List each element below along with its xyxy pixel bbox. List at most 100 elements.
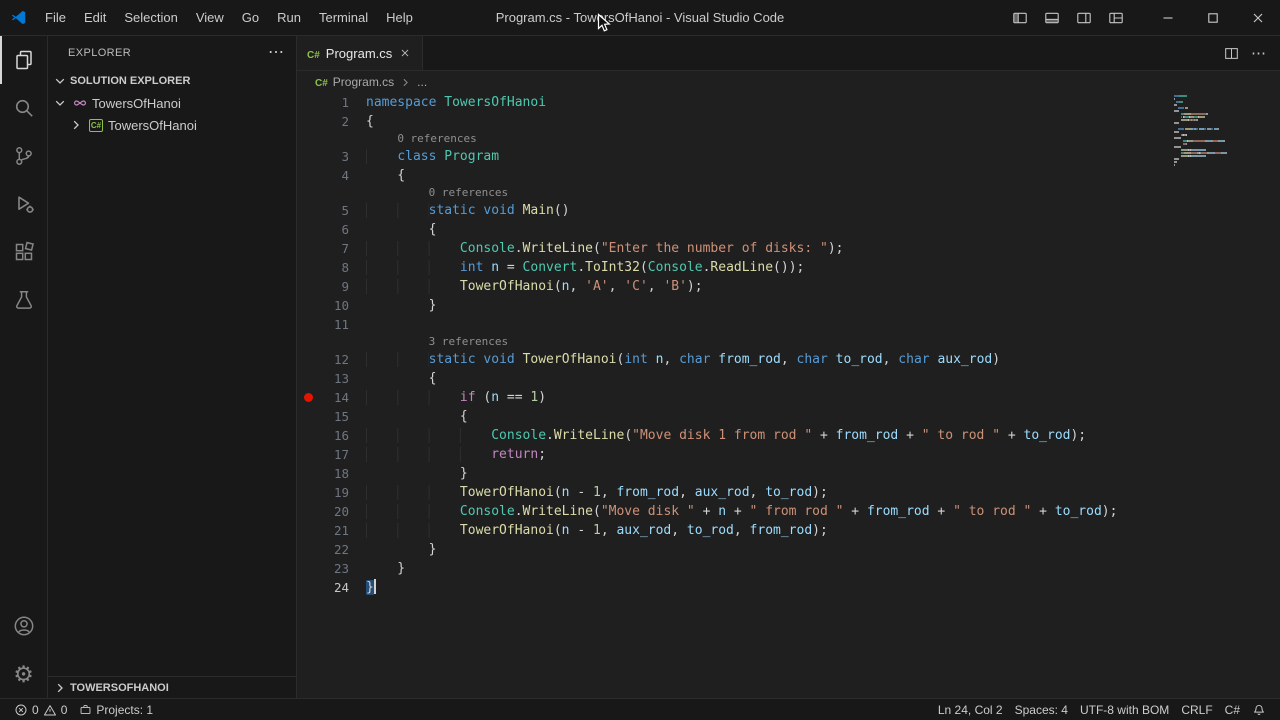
code-line-2[interactable]: 2{: [297, 112, 1280, 131]
more-actions-icon[interactable]: ⋯: [268, 45, 284, 61]
code-line-10[interactable]: 10 }: [297, 296, 1280, 315]
tree-item-towersofhanoi[interactable]: C#TowersOfHanoi: [48, 114, 296, 136]
code-line-15[interactable]: 15 {: [297, 407, 1280, 426]
explorer-tree: TowersOfHanoiC#TowersOfHanoi: [48, 92, 296, 676]
codelens-references[interactable]: 3 references: [429, 335, 508, 348]
menu-go[interactable]: Go: [233, 0, 268, 35]
code-line-7[interactable]: 7 Console.WriteLine("Enter the number of…: [297, 239, 1280, 258]
window-controls: [1007, 0, 1280, 35]
menu-selection[interactable]: Selection: [115, 0, 186, 35]
code-line-17[interactable]: 17 return;: [297, 445, 1280, 464]
codelens-references[interactable]: 0 references: [429, 186, 508, 199]
bottom-section-label: TOWERSOFHANOI: [70, 682, 169, 694]
minimap[interactable]: [1174, 95, 1262, 167]
status-encoding[interactable]: UTF-8 with BOM: [1074, 699, 1175, 720]
code-line-12[interactable]: 12 static void TowerOfHanoi(int n, char …: [297, 350, 1280, 369]
status-indentation[interactable]: Spaces: 4: [1009, 699, 1074, 720]
menu-edit[interactable]: Edit: [75, 0, 115, 35]
status-right: Ln 24, Col 2Spaces: 4UTF-8 with BOMCRLF C…: [932, 699, 1272, 720]
activity-bar-item-explorer[interactable]: [0, 36, 47, 84]
maximize-button[interactable]: [1190, 0, 1235, 35]
section-towersofhanoi[interactable]: TOWERSOFHANOI: [48, 676, 296, 698]
status-language-mode[interactable]: C#: [1219, 699, 1246, 720]
code-line-9[interactable]: 9 TowerOfHanoi(n, 'A', 'C', 'B');: [297, 277, 1280, 296]
section-solution-explorer[interactable]: SOLUTION EXPLORER: [48, 70, 296, 92]
menu-view[interactable]: View: [187, 0, 233, 35]
activity-bar-item-extensions[interactable]: [0, 228, 47, 276]
activity-bar-item-accounts[interactable]: [0, 602, 47, 650]
code-editor[interactable]: 1namespace TowersOfHanoi2{ 0 references 3…: [297, 93, 1280, 698]
settings-icon: ⚙: [13, 663, 34, 686]
menu-terminal[interactable]: Terminal: [310, 0, 377, 35]
code-line-14[interactable]: 14 if (n == 1): [297, 388, 1280, 407]
code-line-21[interactable]: 21 TowerOfHanoi(n - 1, aux_rod, to_rod, …: [297, 521, 1280, 540]
tab-close-icon[interactable]: [398, 46, 412, 60]
title-bar: FileEditSelectionViewGoRunTerminalHelp P…: [0, 0, 1280, 36]
warning-count: 0: [61, 703, 68, 717]
codelens-references[interactable]: 0 references: [397, 132, 476, 145]
code-line-3[interactable]: 3 class Program: [297, 147, 1280, 166]
code-line-8[interactable]: 8 int n = Convert.ToInt32(Console.ReadLi…: [297, 258, 1280, 277]
activity-bar-item-run-debug[interactable]: [0, 180, 47, 228]
layout-sidebar-left-icon[interactable]: [1007, 5, 1033, 31]
menu-file[interactable]: File: [36, 0, 75, 35]
tree-item-towersofhanoi[interactable]: TowersOfHanoi: [48, 92, 296, 114]
customize-layout-icon[interactable]: [1103, 5, 1129, 31]
code-line-5[interactable]: 5 static void Main(): [297, 201, 1280, 220]
accounts-icon: [12, 614, 36, 638]
explorer-icon: [12, 48, 36, 72]
split-editor-icon[interactable]: [1224, 46, 1239, 61]
status-bar: 00Projects: 1 Ln 24, Col 2Spaces: 4UTF-8…: [0, 698, 1280, 720]
code-line-16[interactable]: 16 Console.WriteLine("Move disk 1 from r…: [297, 426, 1280, 445]
status-notifications[interactable]: [1246, 699, 1272, 720]
csharp-file-icon: C#: [315, 75, 328, 89]
code-line-22[interactable]: 22 }: [297, 540, 1280, 559]
codelens-row: 3 references: [297, 334, 1280, 350]
code-line-1[interactable]: 1namespace TowersOfHanoi: [297, 93, 1280, 112]
code-line-18[interactable]: 18 }: [297, 464, 1280, 483]
chevron-right-icon: [52, 680, 68, 696]
more-actions-icon[interactable]: ⋯: [1251, 44, 1266, 62]
activity-bar-item-testing[interactable]: [0, 276, 47, 324]
menu-help[interactable]: Help: [377, 0, 422, 35]
tab-bar: C# Program.cs ⋯: [297, 36, 1280, 71]
sidebar-title: EXPLORER: [68, 47, 131, 59]
solution-icon: [72, 95, 88, 111]
error-icon: [14, 703, 28, 717]
code-line-11[interactable]: 11: [297, 315, 1280, 334]
activity-bar-item-search[interactable]: [0, 84, 47, 132]
code-line-13[interactable]: 13 {: [297, 369, 1280, 388]
code-line-6[interactable]: 6 {: [297, 220, 1280, 239]
source-control-icon: [12, 144, 36, 168]
breadcrumb: C# Program.cs ...: [297, 71, 1280, 93]
code-line-19[interactable]: 19 TowerOfHanoi(n - 1, from_rod, aux_rod…: [297, 483, 1280, 502]
chevron-down-icon: [52, 73, 68, 89]
sidebar-explorer: EXPLORER ⋯ SOLUTION EXPLORER TowersOfHan…: [48, 36, 297, 698]
minimize-button[interactable]: [1145, 0, 1190, 35]
warning-icon: [43, 703, 57, 717]
breakpoint-icon[interactable]: [304, 393, 313, 402]
status-problems[interactable]: 00: [8, 699, 73, 720]
activity-bar-item-settings[interactable]: ⚙: [0, 650, 47, 698]
chevron-down-icon: [52, 95, 68, 111]
breadcrumb-symbol[interactable]: ...: [417, 75, 427, 89]
breadcrumb-file[interactable]: Program.cs: [333, 75, 394, 89]
status-eol[interactable]: CRLF: [1175, 699, 1218, 720]
code-line-4[interactable]: 4 {: [297, 166, 1280, 185]
status-cursor-position[interactable]: Ln 24, Col 2: [932, 699, 1009, 720]
tab-program-cs[interactable]: C# Program.cs: [297, 36, 423, 70]
run-debug-icon: [12, 192, 36, 216]
status-left: 00Projects: 1: [8, 699, 159, 720]
menu-run[interactable]: Run: [268, 0, 310, 35]
status-label: C#: [1225, 703, 1240, 717]
code-line-20[interactable]: 20 Console.WriteLine("Move disk " + n + …: [297, 502, 1280, 521]
code-lines: 1namespace TowersOfHanoi2{ 0 references 3…: [297, 93, 1280, 597]
activity-bar-item-source-control[interactable]: [0, 132, 47, 180]
layout-panel-icon[interactable]: [1039, 5, 1065, 31]
code-line-23[interactable]: 23 }: [297, 559, 1280, 578]
code-line-24[interactable]: 24}: [297, 578, 1280, 597]
status-solution-explorer-projects[interactable]: Projects: 1: [73, 699, 159, 720]
tree-item-label: TowersOfHanoi: [108, 118, 197, 133]
close-button[interactable]: [1235, 0, 1280, 35]
layout-sidebar-right-icon[interactable]: [1071, 5, 1097, 31]
